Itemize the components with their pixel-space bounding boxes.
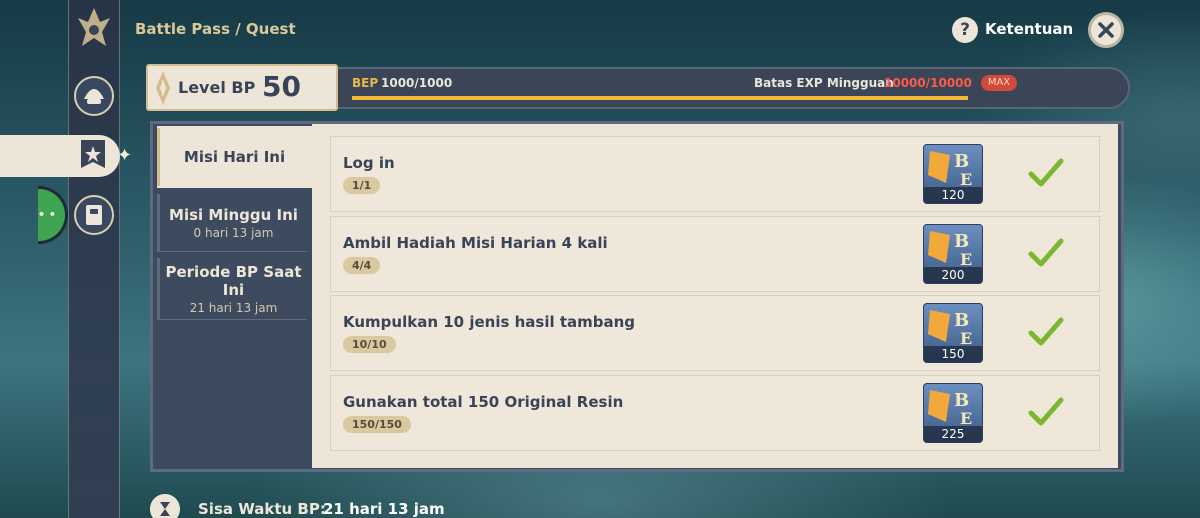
reward-amount: 120 (924, 187, 982, 203)
reward-amount: 225 (924, 426, 982, 442)
bep-progress-fill (352, 96, 968, 100)
timer-icon (150, 494, 180, 518)
quest-title: Gunakan total 150 Original Resin (343, 393, 624, 411)
check-icon (1028, 238, 1064, 267)
quest-row: Log in 1/1 B E 120 (330, 136, 1100, 212)
quest-progress: 4/4 (343, 257, 381, 274)
bp-time-left-label: Sisa Waktu BP: (198, 500, 326, 518)
check-icon (1028, 317, 1064, 346)
battle-pass-emblem-icon (78, 8, 110, 46)
bp-level-emblem-icon (156, 71, 170, 105)
tab-weekly[interactable]: Misi Minggu Ini 0 hari 13 jam (157, 194, 307, 252)
quest-row: Kumpulkan 10 jenis hasil tambang 10/10 B… (330, 295, 1100, 371)
bp-time-left-value: 21 hari 13 jam (323, 500, 445, 518)
bp-exp-icon: B E (928, 390, 972, 428)
weekly-exp-label: Batas EXP Mingguan (754, 76, 894, 90)
tab-weekly-time: 0 hari 13 jam (193, 226, 274, 240)
close-button[interactable] (1088, 12, 1124, 48)
reward-item[interactable]: B E 120 (923, 144, 983, 204)
reward-amount: 150 (924, 346, 982, 362)
bp-exp-icon: B E (928, 310, 972, 348)
tab-daily-label: Misi Hari Ini (183, 148, 286, 166)
tab-bp-period[interactable]: Periode BP Saat Ini 21 hari 13 jam (157, 258, 307, 320)
reward-item[interactable]: B E 225 (923, 383, 983, 443)
quest-title: Log in (343, 154, 395, 172)
bp-exp-icon: B E (928, 151, 972, 189)
reward-amount: 200 (924, 267, 982, 283)
svg-text:B: B (954, 390, 969, 411)
help-button-label[interactable]: Ketentuan (985, 20, 1073, 38)
reward-item[interactable]: B E 200 (923, 224, 983, 284)
svg-text:B: B (954, 310, 969, 331)
quest-row: Gunakan total 150 Original Resin 150/150… (330, 375, 1100, 451)
quest-title: Kumpulkan 10 jenis hasil tambang (343, 313, 636, 331)
bp-level-label: Level BP (178, 78, 256, 97)
svg-text:B: B (954, 151, 969, 172)
check-icon (1028, 158, 1064, 187)
shell-icon (84, 89, 104, 104)
close-icon (1098, 22, 1114, 38)
bp-level-value: 50 (262, 70, 301, 103)
quest-progress: 1/1 (343, 177, 381, 194)
scroll-note-icon (86, 205, 102, 225)
bp-exp-icon: B E (928, 231, 972, 269)
sparkle-icon: ✦ (117, 145, 133, 166)
chat-dots-icon: • • (38, 208, 56, 221)
rail-item-battle-pass[interactable] (74, 76, 114, 116)
quest-title: Ambil Hadiah Misi Harian 4 kali (343, 234, 608, 252)
tab-bp-period-time: 21 hari 13 jam (189, 301, 278, 315)
bep-label: BEP (352, 76, 379, 90)
reward-item[interactable]: B E 150 (923, 303, 983, 363)
quest-progress: 150/150 (343, 416, 411, 433)
svg-text:B: B (954, 231, 969, 252)
tab-weekly-label: Misi Minggu Ini (169, 206, 298, 224)
check-icon (1028, 397, 1064, 426)
breadcrumb: Battle Pass / Quest (135, 20, 296, 38)
tab-bp-period-label: Periode BP Saat Ini (165, 263, 302, 299)
tab-active-indicator (157, 128, 160, 186)
rail-item-notes[interactable] (74, 195, 114, 235)
banner-quest-icon[interactable] (78, 138, 108, 174)
max-badge: MAX (981, 75, 1017, 91)
tab-daily[interactable]: Misi Hari Ini (157, 126, 312, 188)
weekly-exp-value: 10000/10000 (884, 76, 972, 90)
quest-progress: 10/10 (343, 336, 396, 353)
battle-pass-screen: ✦ • • Battle Pass / Quest ? Ketentuan Le… (0, 0, 1200, 518)
quest-row: Ambil Hadiah Misi Harian 4 kali 4/4 B E … (330, 216, 1100, 292)
bep-value: 1000/1000 (381, 76, 453, 90)
help-icon[interactable]: ? (952, 17, 978, 43)
bep-progress-track (352, 96, 968, 100)
